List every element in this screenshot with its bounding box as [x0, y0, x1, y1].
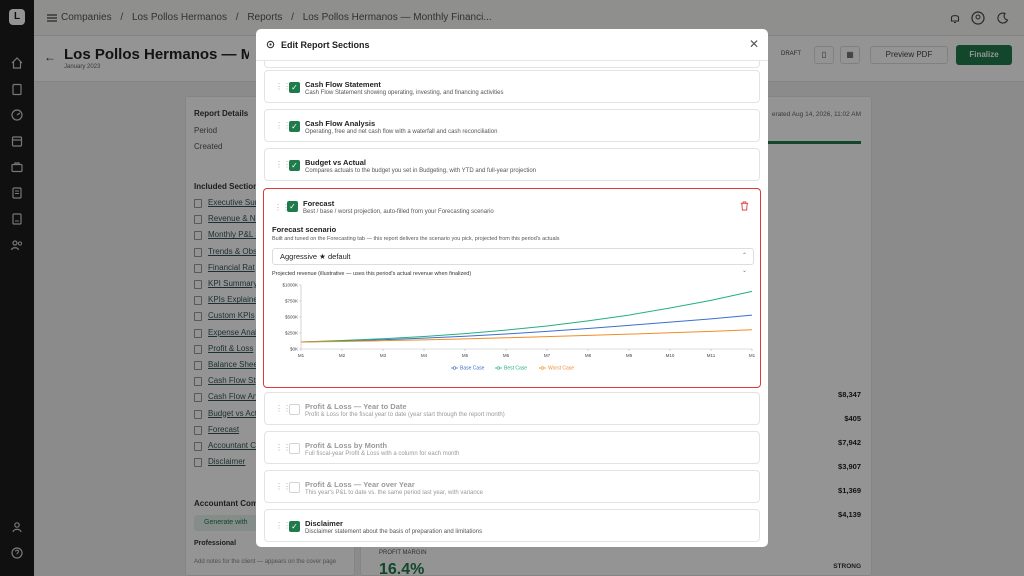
section-description: Best / base / worst projection, auto-fil…	[303, 209, 494, 215]
section-card: ⋮⋮ Profit & Loss — Year over Year This y…	[264, 470, 760, 503]
x-tick-label: M10	[666, 353, 675, 358]
scenario-select[interactable]: Aggressive ★ default ⌃ ⌄	[272, 248, 754, 274]
section-description: Disclaimer statement about the basis of …	[305, 529, 483, 535]
x-tick-label: M3	[380, 353, 387, 358]
legend-marker	[496, 366, 501, 370]
legend-label: Worst Case	[548, 366, 574, 372]
x-tick-label: M4	[421, 353, 428, 358]
section-title: Disclaimer	[305, 519, 343, 528]
chart-caption: Projected revenue (illustrative — uses t…	[272, 271, 472, 277]
x-tick-label: M7	[544, 353, 551, 358]
legend-marker	[540, 366, 545, 370]
section-description: Compares actuals to the budget you set i…	[305, 168, 537, 174]
modal-title: Edit Report Sections	[281, 40, 370, 50]
section-title: Cash Flow Statement	[305, 80, 381, 89]
y-tick-label: $250K	[285, 331, 298, 336]
section-description: Operating, free and net cash flow with a…	[305, 129, 498, 135]
section-checkbox[interactable]	[289, 443, 300, 454]
drag-handle-icon[interactable]: ⋮⋮	[275, 122, 291, 130]
section-checkbox[interactable]	[289, 482, 300, 493]
section-card: ⋮⋮ ✓ Cash Flow Statement Cash Flow State…	[264, 70, 760, 103]
trash-icon[interactable]	[740, 201, 749, 211]
x-tick-label: M1	[749, 353, 756, 358]
section-card: ⋮⋮ ✓ Budget vs Actual Compares actuals t…	[264, 148, 760, 181]
series-line-best-case	[300, 290, 753, 343]
drag-handle-icon[interactable]: ⋮⋮	[275, 83, 291, 91]
edit-sections-modal: Edit Report Sections ✕ ⋮⋮ ✓ Cash Flow St…	[256, 29, 768, 547]
forecast-section-card: ⋮⋮ ✓ Forecast Best / base / worst projec…	[263, 188, 761, 388]
y-tick-label: $750K	[285, 299, 298, 304]
section-title: Budget vs Actual	[305, 158, 366, 167]
drag-handle-icon[interactable]: ⋮⋮	[275, 444, 291, 452]
drag-handle-icon[interactable]: ⋮⋮	[275, 522, 291, 530]
section-title: Profit & Loss — Year over Year	[305, 480, 415, 489]
section-description: This year's P&L to date vs. the same per…	[305, 490, 484, 496]
section-checkbox[interactable]: ✓	[289, 82, 300, 93]
section-description: Profit & Loss for the fiscal year to dat…	[305, 412, 505, 418]
section-card: ⋮⋮ Profit & Loss by Month Full fiscal-ye…	[264, 431, 760, 464]
legend-marker	[452, 366, 457, 370]
y-tick-label: $1000K	[282, 283, 298, 288]
drag-handle-icon[interactable]: ⋮⋮	[274, 204, 290, 212]
section-title: Profit & Loss — Year to Date	[305, 402, 407, 411]
y-tick-label: $0K	[290, 347, 298, 352]
x-tick-label: M2	[339, 353, 346, 358]
x-tick-label: M6	[503, 353, 510, 358]
section-checkbox[interactable]: ✓	[289, 121, 300, 132]
section-checkbox[interactable]	[289, 404, 300, 415]
gear-icon	[266, 40, 275, 49]
x-tick-label: M5	[462, 353, 469, 358]
x-tick-label: M1	[298, 353, 305, 358]
chevron-updown-icon: ⌃ ⌄	[741, 253, 747, 274]
legend-label: Best Case	[504, 366, 527, 372]
legend-label: Base Case	[460, 366, 485, 372]
forecast-scenario-label: Forecast scenario	[272, 225, 337, 234]
x-tick-label: M9	[626, 353, 633, 358]
section-card: ⋮⋮ Profit & Loss — Year to Date Profit &…	[264, 392, 760, 425]
section-description: Full fiscal-year Profit & Loss with a co…	[305, 451, 460, 457]
section-checkbox[interactable]: ✓	[289, 160, 300, 171]
x-tick-label: M8	[585, 353, 592, 358]
close-icon[interactable]: ✕	[749, 37, 759, 51]
section-title: Profit & Loss by Month	[305, 441, 388, 450]
forecast-scenario-description: Built and tuned on the Forecasting tab —…	[272, 236, 560, 242]
modal-header: Edit Report Sections ✕	[256, 29, 768, 61]
forecast-chart: $0K $250K $500K $750K $1000K M1 M2 M3 M4 M5 M6 M7 M8…	[282, 283, 756, 372]
y-tick-label: $500K	[285, 315, 298, 320]
section-description: Cash Flow Statement showing operating, i…	[305, 90, 504, 96]
drag-handle-icon[interactable]: ⋮⋮	[275, 405, 291, 413]
drag-handle-icon[interactable]: ⋮⋮	[275, 483, 291, 491]
section-title: Cash Flow Analysis	[305, 119, 376, 128]
section-card: ⋮⋮ ✓ Cash Flow Analysis Operating, free …	[264, 109, 760, 142]
section-title: Forecast	[303, 199, 335, 208]
scenario-select-value: Aggressive ★ default	[280, 252, 351, 261]
section-card: ⋮⋮ ✓ Disclaimer Disclaimer statement abo…	[264, 509, 760, 542]
forecast-checkbox[interactable]: ✓	[287, 201, 298, 212]
section-checkbox[interactable]: ✓	[289, 521, 300, 532]
x-tick-label: M11	[707, 353, 716, 358]
section-card-partial	[264, 60, 760, 68]
drag-handle-icon[interactable]: ⋮⋮	[275, 161, 291, 169]
